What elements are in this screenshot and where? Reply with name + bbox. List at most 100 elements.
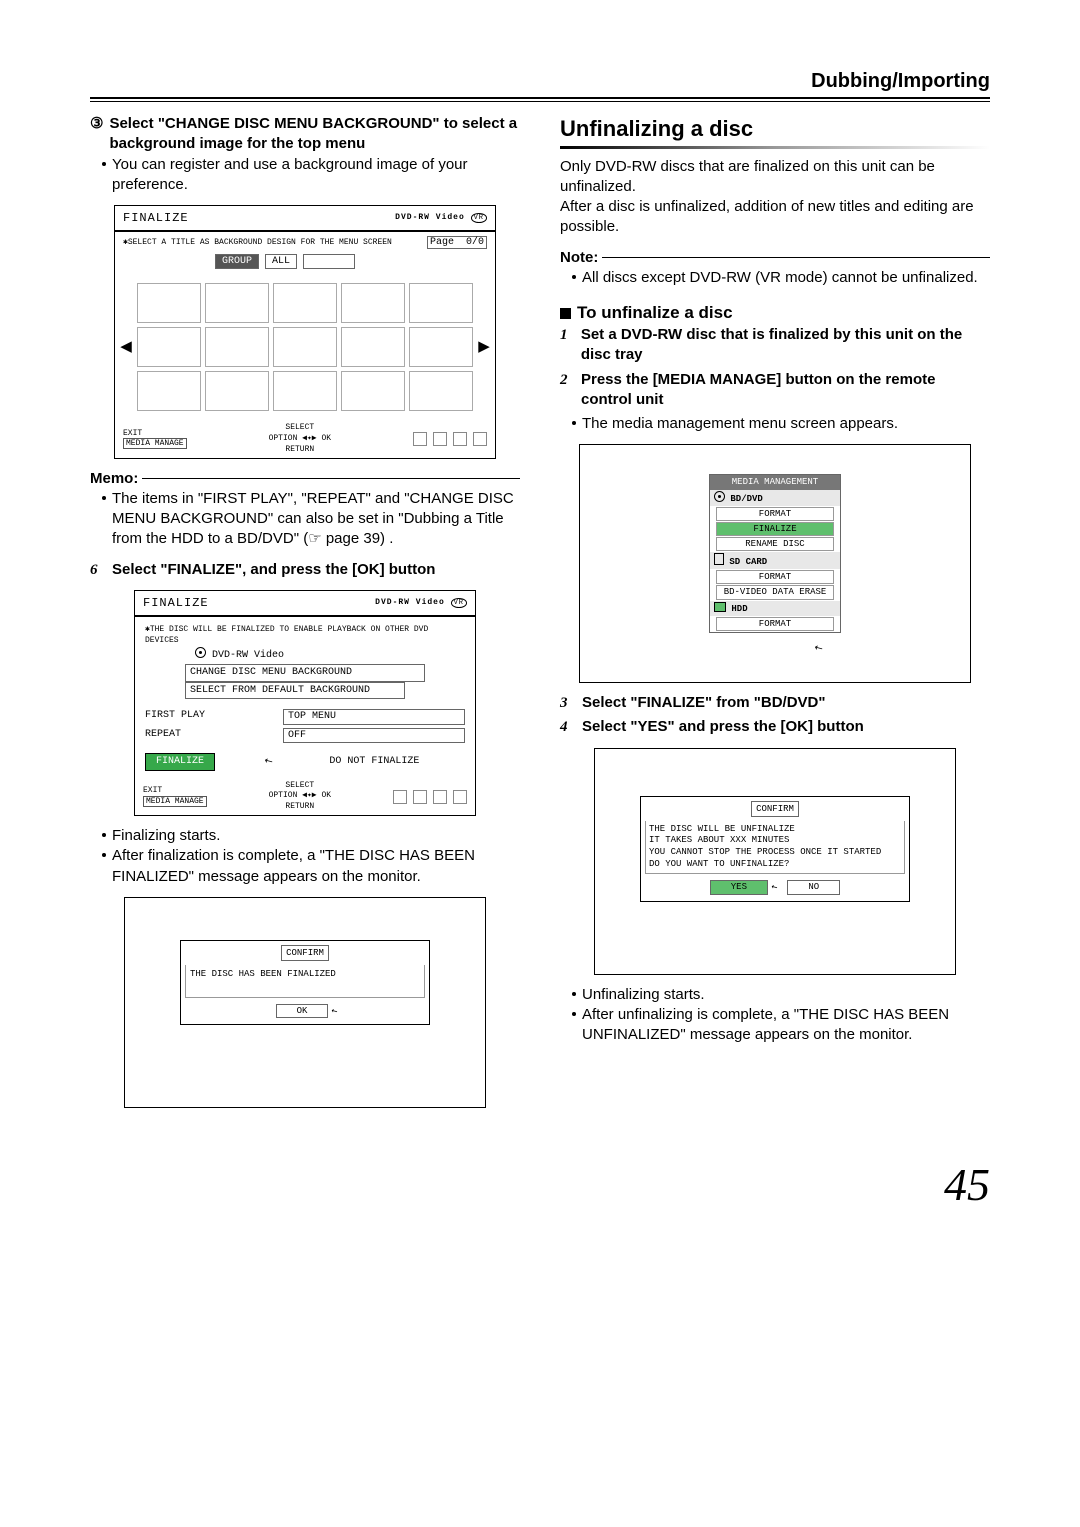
step-1-num: 1 [560,325,573,366]
repeat-value[interactable]: OFF [283,728,465,744]
sd-icon [714,553,724,565]
page-number: 45 [90,1158,990,1211]
ok-label: OK [321,791,331,800]
left-column: ③ Select "CHANGE DISC MENU BACKGROUND" t… [90,114,520,1118]
confirm-title: CONFIRM [751,801,799,817]
bullet-icon [102,853,106,857]
mm-rename-disc[interactable]: RENAME DISC [716,537,834,551]
note-heading: Note: [560,248,602,268]
cursor-icon: ↖ [262,754,276,770]
select-default-bg-row[interactable]: SELECT FROM DEFAULT BACKGROUND [185,682,405,700]
subheading: To unfinalize a disc [560,302,990,325]
square-icon [560,308,571,319]
unfinalize-p1: Only DVD-RW discs that are finalized on … [560,157,990,198]
finalize-starts: Finalizing starts. [112,826,220,846]
bullet-icon [572,275,576,279]
thumbnail-grid [137,283,473,411]
unfinalize-p2: After a disc is unfinalized, addition of… [560,197,990,238]
confirm-unfinalize-screenshot: CONFIRM THE DISC WILL BE UNFINALIZE IT T… [594,748,956,975]
color-buttons [393,790,467,804]
cfm-l2: IT TAKES ABOUT XXX MINUTES [649,835,901,847]
section-header: Dubbing/Importing [90,70,990,93]
bullet-icon [572,992,576,996]
cfm-l1: THE DISC WILL BE UNFINALIZE [649,824,901,836]
bullet-icon [102,496,106,500]
cfm-l3: YOU CANNOT STOP THE PROCESS ONCE IT STAR… [649,847,901,859]
ok-label: OK [321,434,331,443]
heavy-rule [90,97,990,99]
exit-label: EXIT [123,429,142,438]
step-3-text: Select "FINALIZE" from "BD/DVD" [582,693,825,713]
step-3-text: Select "CHANGE DISC MENU BACKGROUND" to … [109,114,520,155]
next-arrow-icon[interactable]: ▶ [479,283,489,411]
memo-heading: Memo: [90,469,142,489]
finalize-complete: After finalization is complete, a "THE D… [112,846,520,887]
step-4-text: Select "YES" and press the [OK] button [582,717,864,737]
exit-label: EXIT [143,786,162,795]
finalize-settings-screenshot: FINALIZE DVD-RW Video VR ✱THE DISC WILL … [134,590,476,816]
shot1-title: FINALIZE [123,210,189,226]
finalize-button[interactable]: FINALIZE [145,753,215,771]
grad-rule [560,146,990,149]
mm-header: MEDIA MANAGEMENT [710,475,840,489]
step-4-num: 4 [560,717,574,737]
repeat-label: REPEAT [145,728,275,744]
prev-arrow-icon[interactable]: ◀ [121,283,131,411]
all-button[interactable]: ALL [265,254,297,270]
mm-group-hdd: HDD [710,601,840,616]
cfm-l4: DO YOU WANT TO UNFINALIZE? [649,859,901,871]
first-play-label: FIRST PLAY [145,709,275,725]
memo-text: The items in "FIRST PLAY", "REPEAT" and … [112,489,520,550]
yes-button[interactable]: YES [710,880,768,894]
cursor-icon: ↖ [812,641,826,657]
change-bg-row[interactable]: CHANGE DISC MENU BACKGROUND [185,664,425,682]
cursor-icon: ↖ [329,1004,341,1019]
finalize-thumbs-screenshot: FINALIZE DVD-RW Video VR ✱SELECT A TITLE… [114,205,496,459]
mm-hdd-format[interactable]: FORMAT [716,617,834,631]
step-6-num: 6 [90,560,104,580]
mm-finalize[interactable]: FINALIZE [716,522,834,536]
do-not-finalize-button[interactable]: DO NOT FINALIZE [323,754,425,770]
mm-format[interactable]: FORMAT [716,507,834,521]
select-label: SELECT [285,781,314,790]
bullet-icon [102,833,106,837]
step-2-after: The media management menu screen appears… [582,414,898,434]
shot2-badge: DVD-RW Video [375,598,445,607]
return-label: RETURN [285,445,314,454]
thin-rule [90,101,990,102]
no-button[interactable]: NO [787,880,840,894]
shot2-title: FINALIZE [143,595,209,611]
step-6-text: Select "FINALIZE", and press the [OK] bu… [112,560,435,580]
disc-icon [195,647,206,658]
confirm-finalized-screenshot: CONFIRM THE DISC HAS BEEN FINALIZED OK↖ [124,897,486,1108]
mm-bd-video-erase[interactable]: BD-VIDEO DATA ERASE [716,585,834,599]
shot1-badge: DVD-RW Video [395,213,465,222]
hdd-icon [714,602,726,612]
shot1-note: ✱SELECT A TITLE AS BACKGROUND DESIGN FOR… [123,238,392,249]
media-manage-button[interactable]: MEDIA MANAGE [123,438,187,449]
confirm-msg: THE DISC HAS BEEN FINALIZED [185,965,425,998]
unfinalize-heading: Unfinalizing a disc [560,114,990,144]
mm-sd-format[interactable]: FORMAT [716,570,834,584]
shot2-note: ✱THE DISC WILL BE FINALIZED TO ENABLE PL… [145,625,465,647]
media-manage-button[interactable]: MEDIA MANAGE [143,796,207,807]
mm-group-sd: SD CARD [710,552,840,569]
step-3-note: You can register and use a background im… [112,155,520,196]
step-2-text: Press the [MEDIA MANAGE] button on the r… [581,370,990,411]
first-play-value[interactable]: TOP MENU [283,709,465,725]
group-button[interactable]: GROUP [215,254,259,270]
disc-icon [714,491,725,502]
step-3-marker: ③ [90,114,103,155]
bullet-icon [572,421,576,425]
right-column: Unfinalizing a disc Only DVD-RW discs th… [560,114,990,1118]
select-label: SELECT [285,423,314,432]
step-2-num: 2 [560,370,573,411]
bullet-icon [572,1012,576,1016]
step-1-text: Set a DVD-RW disc that is finalized by t… [581,325,990,366]
confirm-title: CONFIRM [281,945,329,961]
option-label: OPTION [269,791,298,800]
confirm-ok-button[interactable]: OK [276,1004,329,1018]
return-label: RETURN [285,802,314,811]
disc-type-label: DVD-RW Video [212,650,284,661]
option-label: OPTION [269,434,298,443]
